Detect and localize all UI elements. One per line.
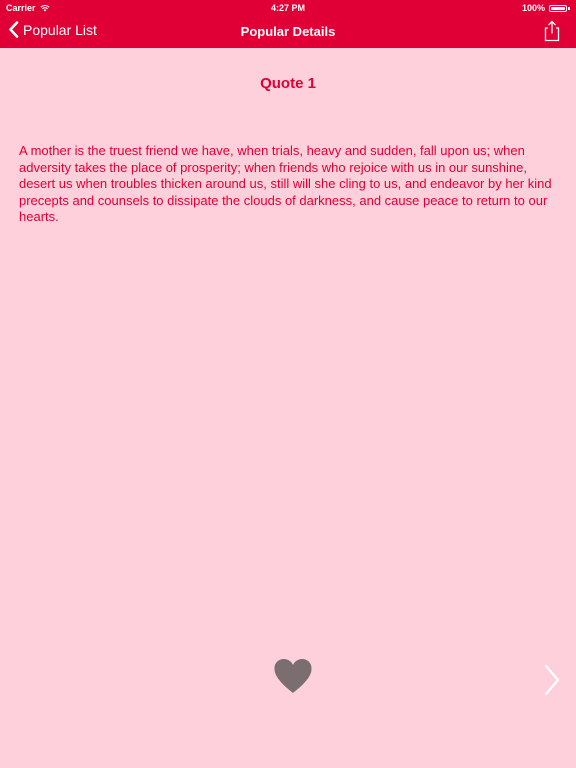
status-bar: Carrier 4:27 PM 100%	[0, 0, 576, 16]
nav-bar: Popular List Popular Details	[0, 16, 576, 48]
quote-text: A mother is the truest friend we have, w…	[19, 143, 552, 224]
chevron-right-icon	[544, 664, 560, 696]
share-button[interactable]	[542, 20, 562, 42]
page-title: Popular Details	[240, 24, 336, 39]
battery-percent: 100%	[521, 3, 545, 13]
header: Carrier 4:27 PM 100% Popular List Popula…	[0, 0, 576, 48]
favorite-button[interactable]	[273, 658, 313, 694]
quote-title: Quote 1	[260, 75, 316, 92]
share-icon	[544, 20, 560, 42]
app-root: Carrier 4:27 PM 100% Popular List Popula…	[0, 0, 576, 768]
status-time: 4:27 PM	[270, 3, 305, 13]
status-battery: 100%	[522, 3, 570, 13]
heart-icon	[274, 659, 312, 693]
battery-icon	[549, 4, 567, 12]
next-button[interactable]	[542, 664, 562, 696]
battery-tip	[568, 6, 570, 10]
